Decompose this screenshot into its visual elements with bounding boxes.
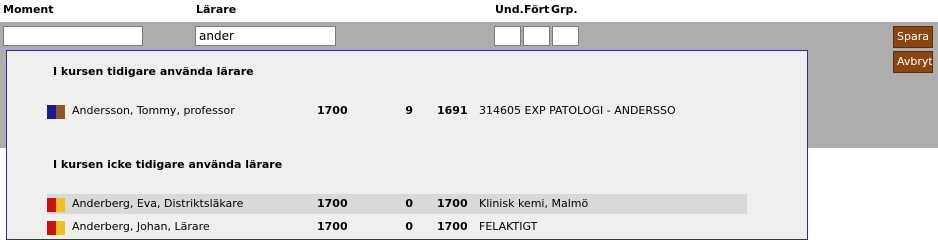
fort-input[interactable] (523, 26, 550, 46)
flag-left-half (47, 198, 56, 212)
teacher-suggestion-row[interactable]: Anderberg, Eva, Distriktsläkare 1700 0 1… (47, 194, 747, 214)
flag-icon (47, 221, 65, 235)
flag-icon (47, 105, 65, 119)
grp-input[interactable] (552, 26, 579, 46)
teacher-value-2: 0 (405, 220, 413, 233)
flag-left-half (47, 221, 56, 235)
flag-right-half (56, 221, 65, 235)
teacher-value-2: 0 (405, 197, 413, 210)
flag-left-half (47, 105, 56, 119)
teacher-value-3: 1700 (437, 220, 468, 233)
teacher-value-2: 9 (405, 104, 413, 117)
flag-right-half (56, 105, 65, 119)
section-used-teachers: I kursen tidigare använda lärare (53, 65, 254, 78)
larare-input[interactable] (195, 26, 336, 46)
teacher-department: Klinisk kemi, Malmö (479, 197, 589, 210)
flag-icon (47, 198, 65, 212)
flag-right-half (56, 198, 65, 212)
teacher-suggestion-popup: I kursen tidigare använda lärare Anderss… (6, 50, 808, 240)
teacher-value-1: 1700 (317, 220, 348, 233)
column-header-grp: Grp. (551, 3, 578, 16)
und-input[interactable] (494, 26, 521, 46)
save-button[interactable]: Spara (893, 26, 933, 48)
section-unused-teachers: I kursen icke tidigare använda lärare (53, 158, 283, 171)
column-header-bar: Moment Lärare Und. Fört Grp. (0, 0, 938, 22)
teacher-name: Andersson, Tommy, professor (72, 104, 235, 117)
moment-input[interactable] (3, 26, 143, 46)
teacher-department: 314605 EXP PATOLOGI - ANDERSSO (479, 104, 676, 117)
column-header-fort: Fört (524, 3, 550, 16)
teacher-suggestion-row[interactable]: Andersson, Tommy, professor 1700 9 1691 … (47, 101, 747, 121)
teacher-name: Anderberg, Eva, Distriktsläkare (72, 197, 244, 210)
teacher-suggestion-row[interactable]: Anderberg, Johan, Lärare 1700 0 1700 FEL… (47, 217, 747, 237)
cancel-button[interactable]: Avbryt (893, 51, 933, 73)
column-header-moment: Moment (3, 3, 54, 16)
teacher-name: Anderberg, Johan, Lärare (72, 220, 210, 233)
teacher-value-3: 1700 (437, 197, 468, 210)
column-header-larare: Lärare (196, 3, 237, 16)
column-header-und: Und. (495, 3, 524, 16)
teacher-value-3: 1691 (437, 104, 468, 117)
teacher-department: FELAKTIGT (479, 220, 538, 233)
teacher-value-1: 1700 (317, 104, 348, 117)
teacher-value-1: 1700 (317, 197, 348, 210)
